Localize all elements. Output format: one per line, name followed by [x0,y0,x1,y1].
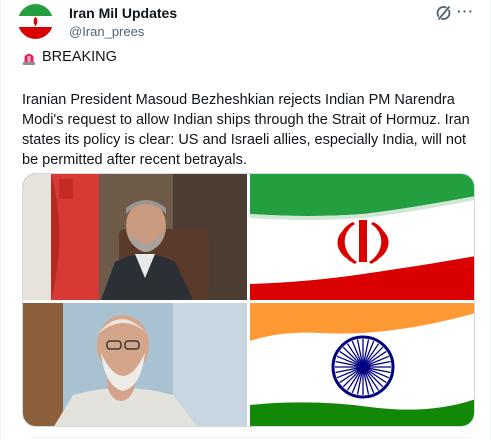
divider [30,437,470,438]
avatar[interactable] [18,4,53,39]
iran-flag[interactable] [250,174,474,300]
breaking-tag: BREAKING [22,49,117,65]
siren-icon [23,53,35,65]
tweet-card[interactable]: Iran Mil Updates @Iran_prees ··· BREAKIN… [0,0,491,440]
display-name[interactable]: Iran Mil Updates [69,5,177,21]
grok-icon[interactable] [435,4,453,22]
user-handle[interactable]: @Iran_prees [69,24,144,39]
photo-iranian-president[interactable] [23,174,247,300]
more-options-icon[interactable]: ··· [457,3,474,19]
photo-indian-pm[interactable] [23,303,247,426]
post-text: Iranian President Masoud Bezheshkian rej… [22,92,470,168]
media-grid[interactable] [22,173,475,427]
india-flag[interactable] [250,303,474,426]
breaking-label: BREAKING [42,49,117,65]
